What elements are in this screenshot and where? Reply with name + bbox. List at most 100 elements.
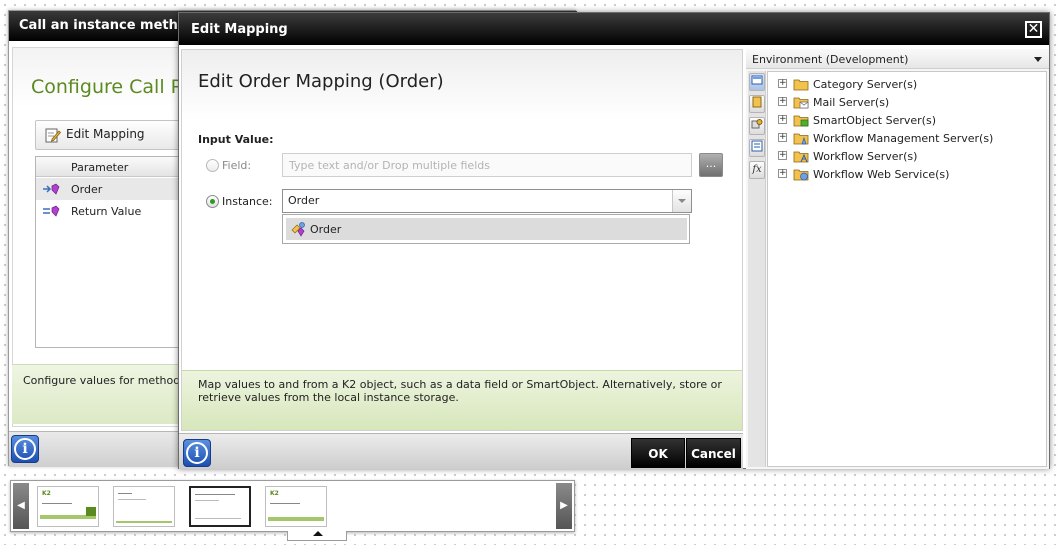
expand-icon[interactable]: + [778,133,787,142]
page-title: Edit Order Mapping (Order) [198,71,444,92]
function-browser-tab[interactable]: fx [749,161,765,179]
row-label: Order [71,183,103,196]
field-label: Field: [222,159,252,172]
thumb-badge [86,507,96,516]
tree-node-label: Workflow Web Service(s) [813,168,950,181]
ok-button[interactable]: OK [631,438,685,468]
expand-icon[interactable]: + [778,115,787,124]
info-icon: i [186,442,208,464]
row-label: Return Value [71,205,142,218]
dropdown-option[interactable]: Order [286,218,687,240]
instance-dropdown-list: Order [282,214,690,244]
context-browser-tab[interactable] [749,73,765,91]
instance-dropdown-button[interactable] [672,190,691,212]
workflow-folder-icon [793,151,809,163]
chevron-right-icon: ▶ [560,500,568,511]
thumb-band [268,517,324,521]
help-text: Map values to and from a K2 object, such… [198,378,722,404]
close-button[interactable]: ✕ [1025,21,1042,38]
info-button[interactable]: i [183,439,211,467]
environment-panel: Environment (Development) fx + Category … [746,49,1049,469]
environment-tree: + Category Server(s) + Mail Server(s) + … [767,71,1047,467]
tree-node-category-servers[interactable]: + Category Server(s) [768,75,1046,93]
expand-icon[interactable]: + [778,79,787,88]
edit-mapping-button[interactable]: Edit Mapping [36,121,155,149]
edit-mapping-dialog: Edit Mapping ✕ Edit Order Mapping (Order… [178,12,1050,469]
tree-node-label: SmartObject Server(s) [813,114,936,127]
browser-side-tabs: fx [748,71,766,467]
context-browser-icon [751,75,763,85]
tree-node-workflow-management-servers[interactable]: + Workflow Management Server(s) [768,129,1046,147]
caret-up-icon [313,531,323,536]
thumb-line [195,518,241,519]
expand-icon[interactable]: + [778,151,787,160]
background-info-button[interactable]: i [11,435,39,463]
expand-icon[interactable]: + [778,97,787,106]
tree-node-label: Mail Server(s) [813,96,890,109]
help-panel: Map values to and from a K2 object, such… [182,370,742,430]
wizard-thumbnail[interactable]: K2 [265,486,327,527]
dropdown-option-label: Order [310,223,342,236]
tree-node-workflow-servers[interactable]: + Workflow Server(s) [768,147,1046,165]
k2-logo-thumb: K2 [270,490,279,497]
folder-icon [793,79,809,91]
wizard-thumbnail[interactable] [113,486,175,527]
strip-collapse-tab[interactable] [287,531,347,541]
tree-node-mail-servers[interactable]: + Mail Server(s) [768,93,1046,111]
background-help-text: Configure values for method ca [23,374,197,387]
field-browser-icon [751,140,763,152]
function-browser-icon: fx [752,164,762,175]
strip-prev-button[interactable]: ◀ [13,483,29,529]
chevron-left-icon: ◀ [17,500,25,511]
thumb-line [42,503,72,504]
input-parameter-icon [43,183,60,195]
smartobject-folder-icon [793,115,809,127]
cancel-button[interactable]: Cancel [686,438,741,468]
instance-selected-value: Order [288,194,320,207]
instance-select[interactable]: Order [282,189,692,213]
return-value-icon [43,205,60,217]
background-page-heading: Configure Call P [31,76,183,98]
thumb-line [270,503,300,504]
mapping-pane: Edit Order Mapping (Order) Input Value: … [181,49,743,431]
tree-node-label: Category Server(s) [813,78,918,91]
process-browser-icon [751,119,763,129]
mail-folder-icon [793,97,809,109]
process-browser-tab[interactable] [749,117,765,135]
k2-logo-thumb: K2 [42,490,51,497]
thumb-line [118,493,132,494]
object-browser-tab[interactable] [749,95,765,113]
environment-title: Environment (Development) [752,53,909,66]
field-input[interactable]: Type text and/or Drop multiple fields [282,153,692,177]
edit-mapping-label: Edit Mapping [66,127,145,141]
dialog-button-bar: i OK Cancel [179,433,743,469]
expand-icon[interactable]: + [778,169,787,178]
tree-node-workflow-web-services[interactable]: + Workflow Web Service(s) [768,165,1046,183]
object-browser-icon [752,96,762,108]
wizard-thumbnail-selected[interactable] [189,486,251,527]
wizard-thumbnail[interactable]: K2 [37,486,99,527]
instance-label: Instance: [222,195,273,208]
tree-node-smartobject-servers[interactable]: + SmartObject Server(s) [768,111,1046,129]
input-value-label: Input Value: [198,133,274,146]
instance-object-icon [291,222,305,237]
environment-selector[interactable]: Environment (Development) [746,49,1049,69]
web-service-folder-icon [793,169,809,181]
tree-node-label: Workflow Server(s) [813,150,918,163]
chevron-down-icon [678,199,686,203]
grid-header-parameter[interactable]: Parameter [71,161,128,174]
chevron-down-icon [1034,57,1042,62]
field-browser-tab[interactable] [749,139,765,157]
instance-radio[interactable] [206,195,219,208]
info-icon: i [14,438,36,460]
strip-next-button[interactable]: ▶ [556,483,572,529]
close-icon: ✕ [1027,21,1040,37]
dialog-title: Edit Mapping [191,22,288,37]
dialog-title-bar[interactable]: Edit Mapping ✕ [179,13,1049,45]
pencil-note-icon [45,128,61,143]
thumb-line [118,499,146,500]
field-radio[interactable] [206,159,219,172]
thumb-line [195,494,235,495]
thumb-band [116,521,172,523]
browse-field-button[interactable]: ... [699,153,723,177]
